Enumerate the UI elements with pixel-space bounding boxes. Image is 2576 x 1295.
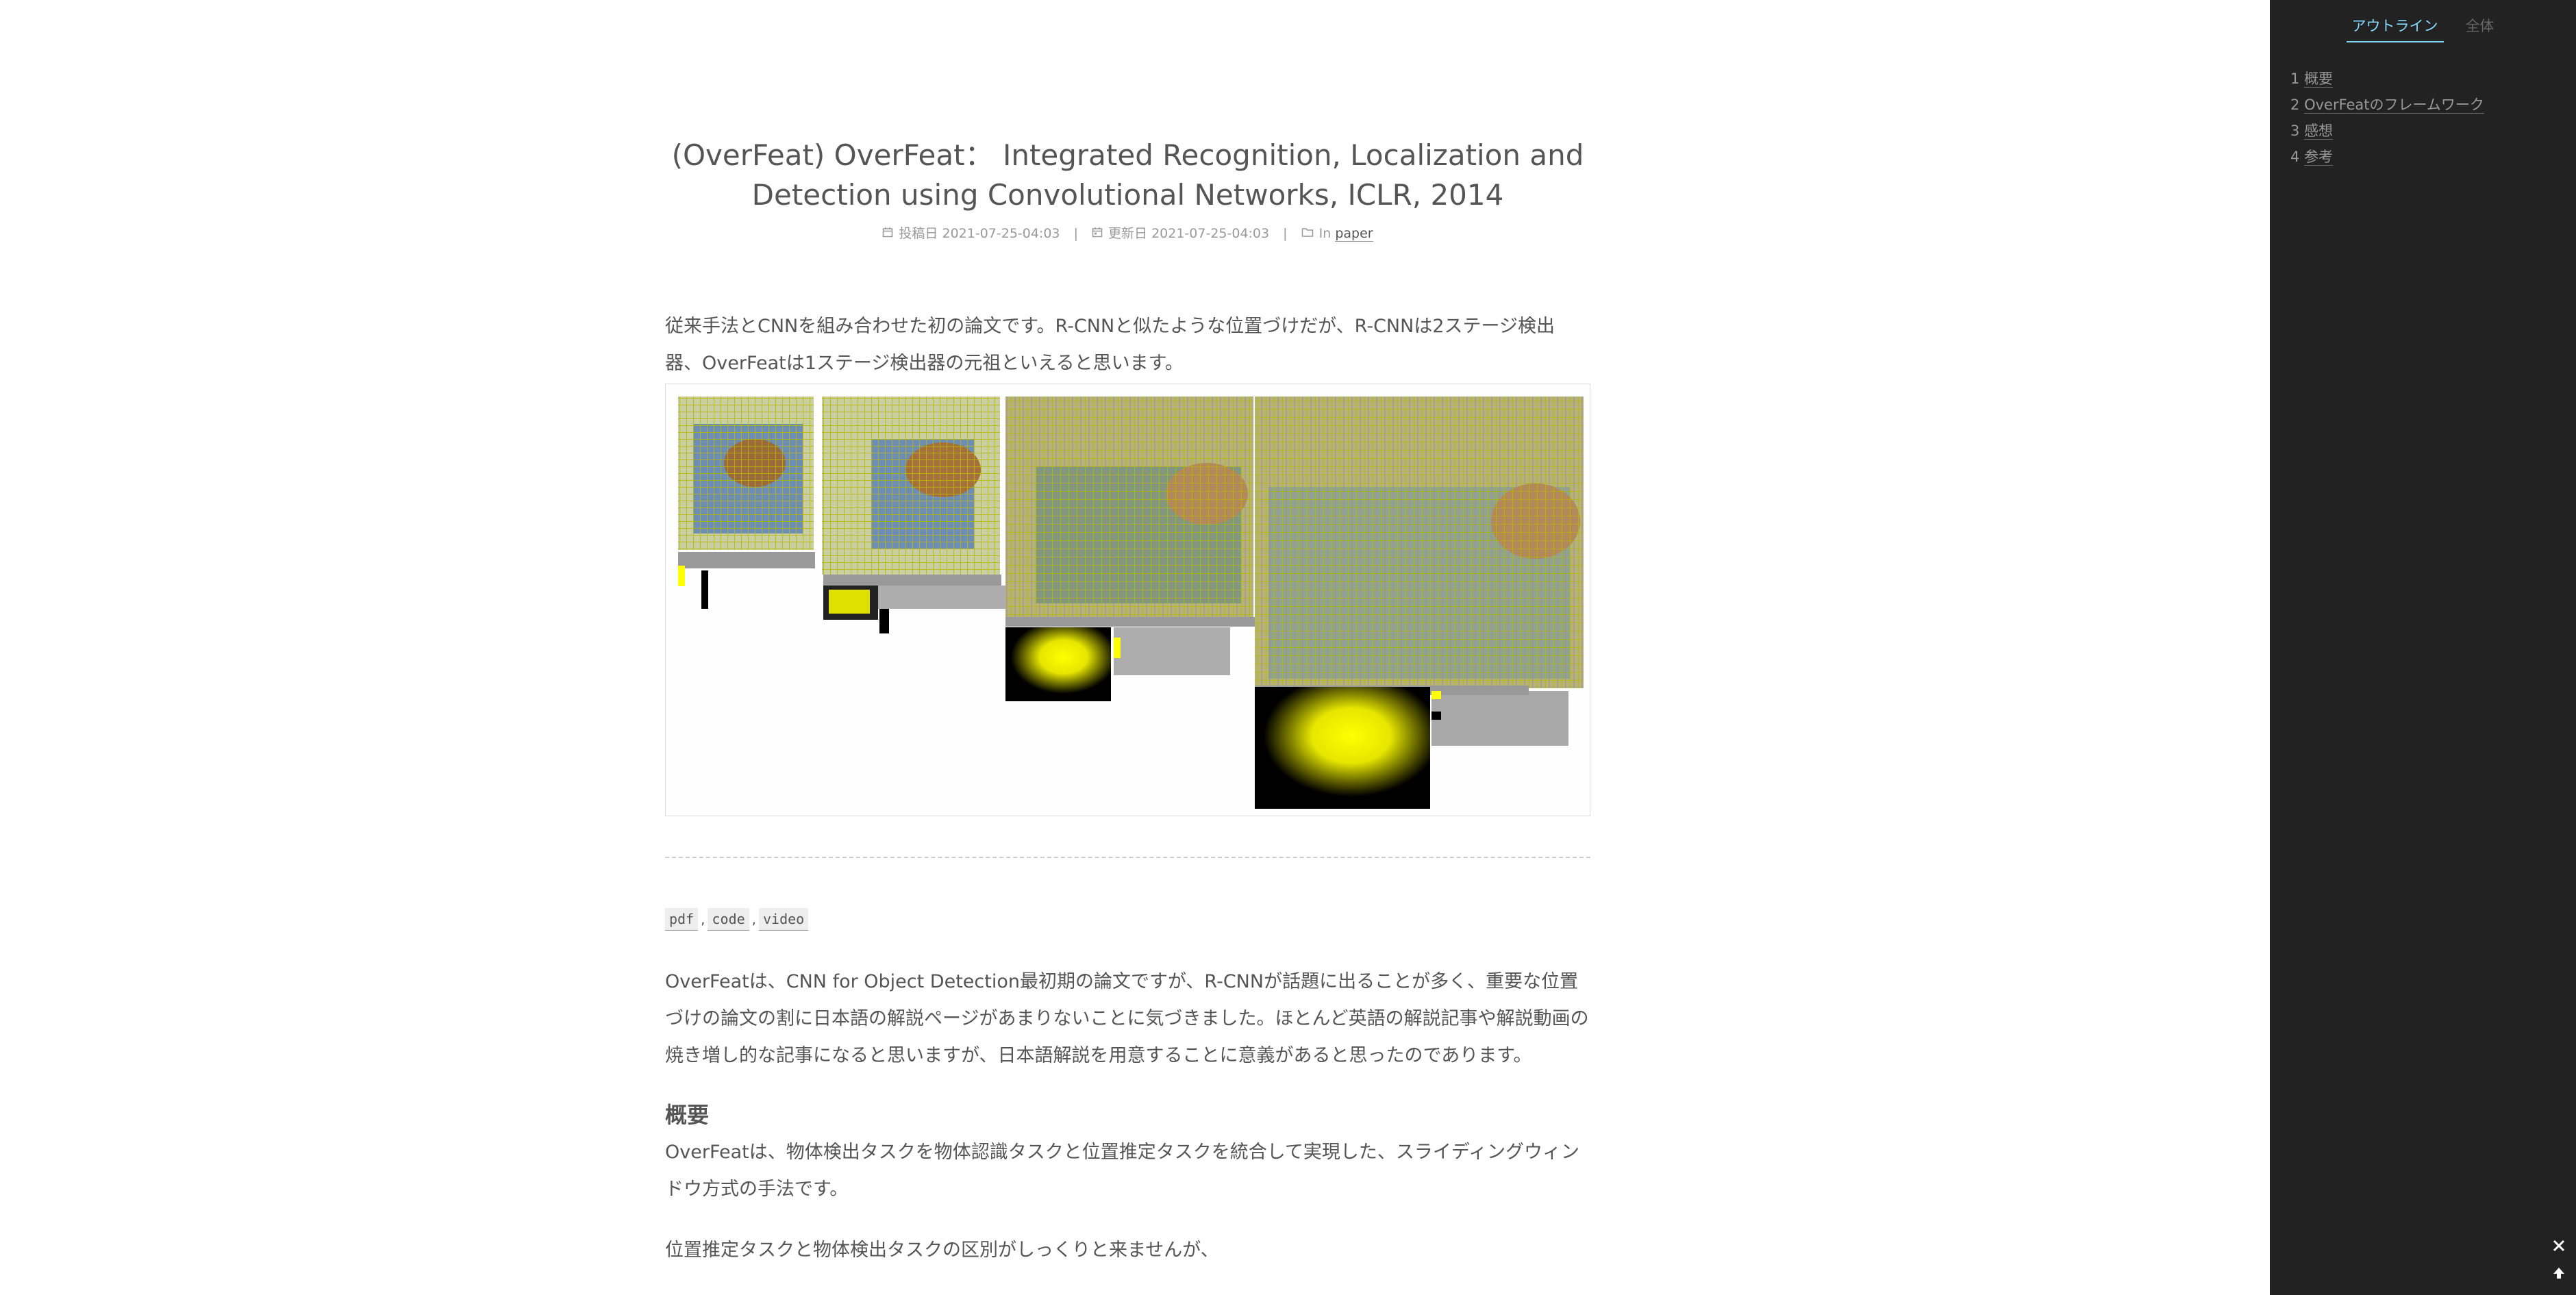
posted-label: 投稿日 bbox=[899, 226, 938, 241]
sidebar-tabs: アウトライン 全体 bbox=[2270, 15, 2576, 42]
toc-label: 参考 bbox=[2304, 149, 2334, 166]
last-paragraph: 位置推定タスクと物体検出タスクの区別がしっくりと来ませんが、 bbox=[665, 1240, 1219, 1261]
body-paragraph: OverFeatは、CNN for Object Detection最初期の論文… bbox=[665, 971, 1589, 1066]
sidebar: アウトライン 全体 1 概要 2 OverFeatのフレームワーク 3 感想 4 … bbox=[2270, 0, 2576, 1295]
updated-label: 更新日 bbox=[1108, 226, 1148, 241]
toc-item-4[interactable]: 4 参考 bbox=[2290, 144, 2484, 170]
updated-date: 2021-07-25-04:03 bbox=[1151, 226, 1270, 241]
overview-paragraph: OverFeatは、物体検出タスクを物体認識タスクと位置推定タスクを統合して実現… bbox=[665, 1142, 1580, 1200]
post-title: (OverFeat) OverFeat： Integrated Recognit… bbox=[671, 138, 1584, 212]
separator: , bbox=[701, 911, 705, 927]
code-link[interactable]: code bbox=[708, 908, 749, 931]
toc-number: 4 bbox=[2290, 149, 2300, 165]
calendar-check-icon bbox=[1092, 223, 1103, 244]
table-of-contents: 1 概要 2 OverFeatのフレームワーク 3 感想 4 参考 bbox=[2290, 66, 2484, 170]
tab-outline[interactable]: アウトライン bbox=[2346, 15, 2444, 42]
toc-item-2[interactable]: 2 OverFeatのフレームワーク bbox=[2290, 92, 2484, 118]
main-content: (OverFeat) OverFeat： Integrated Recognit… bbox=[0, 0, 2270, 1295]
resource-links: pdf, code, video bbox=[665, 907, 809, 931]
folder-icon bbox=[1301, 223, 1314, 244]
tab-overview[interactable]: 全体 bbox=[2460, 15, 2500, 41]
category-prefix: In bbox=[1318, 226, 1331, 241]
meta-divider: | bbox=[1073, 226, 1078, 241]
posted-date: 2021-07-25-04:03 bbox=[942, 226, 1060, 241]
toc-label: 感想 bbox=[2304, 123, 2334, 140]
category-link[interactable]: paper bbox=[1335, 226, 1373, 242]
toc-label: OverFeatのフレームワーク bbox=[2304, 97, 2484, 114]
toc-label: 概要 bbox=[2304, 71, 2334, 88]
overfeat-figure bbox=[665, 384, 1590, 816]
video-link[interactable]: video bbox=[759, 908, 809, 931]
detection-figure-image bbox=[678, 397, 1584, 809]
arrow-up-icon[interactable] bbox=[2549, 1265, 2568, 1284]
toc-item-3[interactable]: 3 感想 bbox=[2290, 118, 2484, 144]
post-meta: 投稿日 2021-07-25-04:03 | 更新日 2021-07-25-04… bbox=[665, 223, 1590, 244]
toc-number: 3 bbox=[2290, 123, 2300, 139]
toc-number: 1 bbox=[2290, 71, 2300, 87]
intro-paragraph: 従来手法とCNNを組み合わせた初の論文です。R-CNNと似たような位置づけだが、… bbox=[665, 316, 1555, 374]
toc-item-1[interactable]: 1 概要 bbox=[2290, 66, 2484, 92]
pdf-link[interactable]: pdf bbox=[665, 908, 699, 931]
divider bbox=[665, 857, 1590, 858]
separator: , bbox=[751, 911, 757, 927]
calendar-icon bbox=[882, 223, 893, 244]
meta-divider: | bbox=[1283, 226, 1288, 241]
section-heading: 概要 bbox=[665, 1102, 710, 1128]
toc-number: 2 bbox=[2290, 97, 2300, 113]
close-icon[interactable] bbox=[2549, 1237, 2568, 1257]
